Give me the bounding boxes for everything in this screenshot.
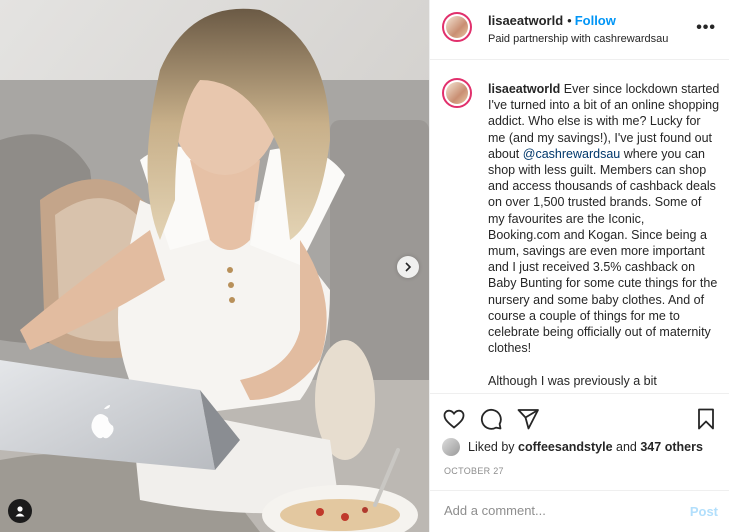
heart-icon[interactable] (442, 407, 466, 431)
caption-username[interactable]: lisaeatworld (488, 82, 560, 96)
post-photo[interactable] (0, 0, 429, 532)
chevron-right-icon (405, 262, 412, 272)
caption-text-2: where you can shop with less guilt. Memb… (488, 146, 718, 356)
author-avatar[interactable] (442, 12, 472, 42)
caption-mention[interactable]: @cashrewardsau (523, 147, 620, 161)
liker-avatar[interactable] (442, 438, 460, 456)
instagram-post-modal: lisaeatworld • Follow Paid partnership wit… (0, 0, 729, 532)
likes-summary[interactable]: Liked by coffeesandstyle and 347 others (442, 438, 703, 456)
liked-by-prefix: Liked by (468, 440, 515, 454)
comments-section[interactable]: lisaeatworld Ever since lockdown started… (430, 60, 729, 392)
liked-count[interactable]: 347 others (640, 440, 703, 454)
more-options-button[interactable]: ••• (696, 19, 716, 37)
author-username[interactable]: lisaeatworld (488, 13, 563, 28)
post-image (0, 0, 429, 532)
post-sidebar: lisaeatworld • Follow Paid partnership wit… (429, 0, 729, 532)
separator-dot: • (567, 13, 572, 28)
post-comment-button[interactable]: Post (690, 504, 718, 519)
bookmark-icon[interactable] (694, 407, 718, 431)
caption-text-3: Although I was previously a bit (488, 373, 657, 388)
liked-by-user[interactable]: coffeesandstyle (518, 440, 612, 454)
caption-avatar[interactable] (442, 78, 472, 108)
share-icon[interactable] (516, 407, 540, 431)
comment-input[interactable] (444, 503, 664, 518)
next-image-button[interactable] (397, 256, 419, 278)
paid-partnership-label[interactable]: Paid partnership with cashrewardsau (488, 33, 668, 45)
comment-icon[interactable] (479, 407, 503, 431)
comment-form: Post (430, 490, 729, 532)
post-caption: lisaeatworld Ever since lockdown started… (488, 81, 720, 389)
post-date[interactable]: OCTOBER 27 (444, 466, 504, 476)
author-line: lisaeatworld • Follow (488, 13, 616, 28)
user-tags-button[interactable] (8, 499, 32, 523)
user-tag-icon (15, 506, 25, 517)
more-icon: ••• (696, 19, 716, 36)
post-header: lisaeatworld • Follow Paid partnership wit… (430, 0, 729, 60)
follow-button[interactable]: Follow (575, 13, 616, 28)
liked-and: and (616, 440, 637, 454)
